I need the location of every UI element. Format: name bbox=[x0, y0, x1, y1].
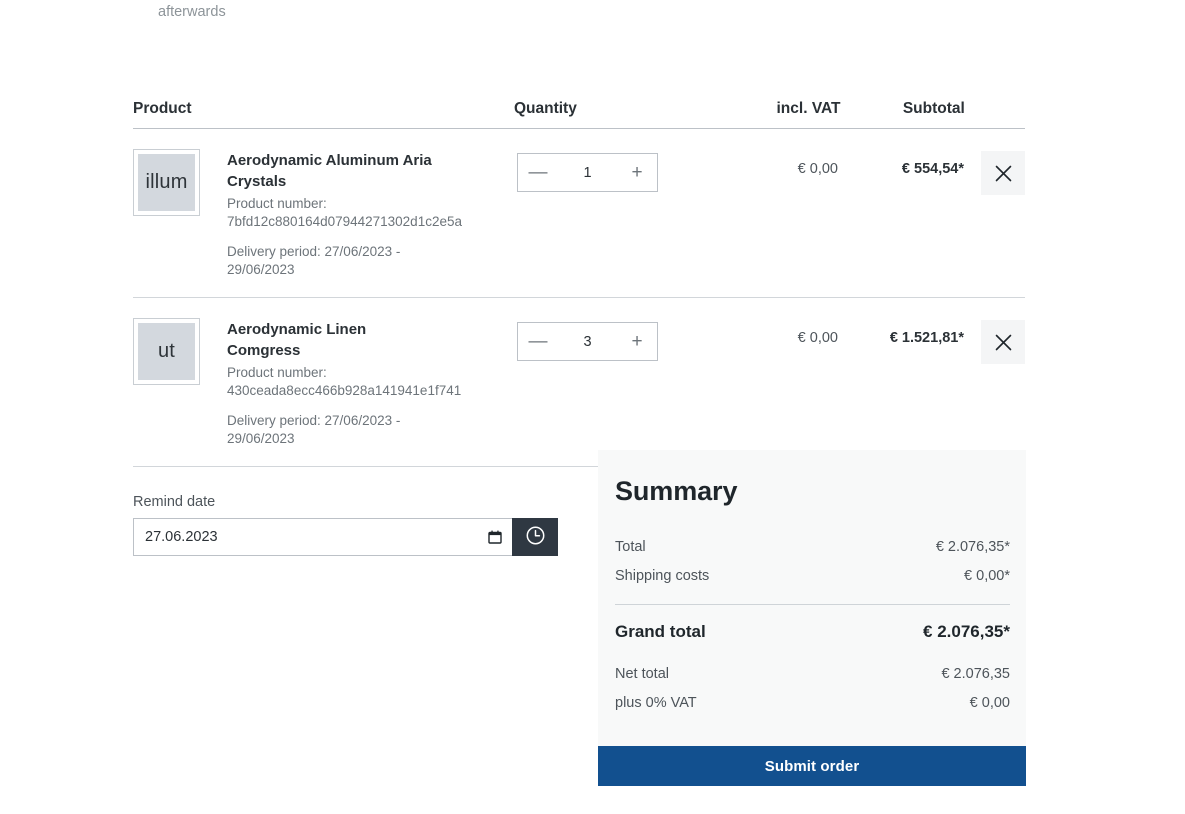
quantity-input[interactable] bbox=[558, 164, 617, 181]
summary-value: € 2.076,35* bbox=[935, 539, 1010, 555]
remind-date-input[interactable]: 27.06.2023 bbox=[133, 518, 512, 556]
table-row: illum Aerodynamic Aluminum Aria Crystals… bbox=[133, 129, 1025, 298]
quantity-stepper[interactable]: — + bbox=[517, 153, 658, 192]
summary-label: Net total bbox=[615, 666, 669, 682]
vat-amount: € 0,00 bbox=[797, 161, 838, 177]
remind-time-picker-button[interactable] bbox=[512, 518, 558, 556]
summary-panel: Summary Total € 2.076,35* Shipping costs… bbox=[598, 450, 1026, 748]
remove-item-button[interactable] bbox=[981, 151, 1025, 195]
product-thumbnail-placeholder: ut bbox=[138, 323, 195, 380]
leftover-paragraph-text: afterwards bbox=[158, 4, 226, 20]
summary-value: € 2.076,35 bbox=[941, 666, 1010, 682]
product-info: Aerodynamic Linen Comgress Product numbe… bbox=[227, 318, 461, 448]
remind-date-label: Remind date bbox=[133, 494, 216, 510]
column-header-quantity: Quantity bbox=[513, 100, 577, 117]
summary-value: € 0,00 bbox=[969, 695, 1010, 711]
quantity-increase-button[interactable]: + bbox=[617, 323, 657, 360]
subtotal-amount: € 554,54* bbox=[901, 161, 964, 177]
subtotal-amount: € 1.521,81* bbox=[889, 330, 964, 346]
product-number-value: 7bfd12c880164d07944271302d1c2e5a bbox=[227, 214, 462, 229]
checkout-page: afterwards Product Quantity incl. VAT Su… bbox=[0, 0, 1185, 814]
product-number: Product number: 430ceada8ecc466b928a1419… bbox=[227, 364, 461, 400]
column-header-vat: incl. VAT bbox=[776, 100, 841, 117]
summary-title: Summary bbox=[615, 476, 738, 506]
summary-divider bbox=[615, 604, 1010, 605]
submit-order-button[interactable]: Submit order bbox=[598, 746, 1026, 786]
summary-label: plus 0% VAT bbox=[615, 695, 697, 711]
table-row: ut Aerodynamic Linen Comgress Product nu… bbox=[133, 298, 1025, 467]
product-number: Product number: 7bfd12c880164d0794427130… bbox=[227, 195, 462, 231]
remind-date-row: 27.06.2023 bbox=[133, 518, 558, 556]
product-cell: illum Aerodynamic Aluminum Aria Crystals… bbox=[133, 149, 507, 279]
quantity-decrease-button[interactable]: — bbox=[518, 323, 558, 360]
product-cell: ut Aerodynamic Linen Comgress Product nu… bbox=[133, 318, 507, 448]
column-header-product: Product bbox=[133, 100, 192, 117]
vat-amount: € 0,00 bbox=[797, 330, 838, 346]
product-thumbnail[interactable]: ut bbox=[133, 318, 200, 385]
product-number-label: Product number: bbox=[227, 196, 327, 211]
column-header-subtotal: Subtotal bbox=[902, 100, 965, 117]
product-info: Aerodynamic Aluminum Aria Crystals Produ… bbox=[227, 149, 462, 279]
quantity-input[interactable] bbox=[558, 333, 617, 350]
calendar-icon[interactable] bbox=[487, 530, 502, 545]
product-name-link[interactable]: Aerodynamic Aluminum Aria Crystals bbox=[227, 150, 442, 192]
summary-value: € 2.076,35* bbox=[923, 622, 1010, 641]
product-thumbnail-placeholder: illum bbox=[138, 154, 195, 211]
product-name-link[interactable]: Aerodynamic Linen Comgress bbox=[227, 319, 442, 361]
summary-line-grand-total: Grand total € 2.076,35* bbox=[615, 618, 1010, 646]
cart-table: Product Quantity incl. VAT Subtotal illu… bbox=[133, 100, 1025, 467]
delivery-period: Delivery period: 27/06/2023 - 29/06/2023 bbox=[227, 413, 401, 446]
quantity-increase-button[interactable]: + bbox=[617, 154, 657, 191]
cart-table-header: Product Quantity incl. VAT Subtotal bbox=[133, 100, 1025, 129]
clock-icon bbox=[525, 525, 546, 549]
remind-date-value: 27.06.2023 bbox=[145, 528, 218, 545]
summary-line-total: Total € 2.076,35* bbox=[615, 533, 1010, 562]
remind-date-field: Remind date 27.06.2023 bbox=[133, 493, 558, 556]
summary-line-vat: plus 0% VAT € 0,00 bbox=[615, 689, 1010, 718]
summary-label: Total bbox=[615, 539, 646, 555]
product-number-label: Product number: bbox=[227, 365, 327, 380]
quantity-decrease-button[interactable]: — bbox=[518, 154, 558, 191]
close-icon bbox=[995, 165, 1012, 182]
summary-label: Shipping costs bbox=[615, 568, 710, 584]
remove-cell bbox=[964, 149, 1025, 195]
remove-item-button[interactable] bbox=[981, 320, 1025, 364]
close-icon bbox=[995, 334, 1012, 351]
product-number-value: 430ceada8ecc466b928a141941e1f741 bbox=[227, 383, 462, 398]
summary-value: € 0,00* bbox=[964, 568, 1010, 584]
quantity-stepper[interactable]: — + bbox=[517, 322, 658, 361]
summary-line-shipping: Shipping costs € 0,00* bbox=[615, 562, 1010, 591]
quantity-cell: — + bbox=[507, 149, 706, 192]
summary-line-net-total: Net total € 2.076,35 bbox=[615, 660, 1010, 689]
summary-label: Grand total bbox=[615, 622, 706, 641]
quantity-cell: — + bbox=[507, 318, 706, 361]
delivery-period: Delivery period: 27/06/2023 - 29/06/2023 bbox=[227, 244, 401, 277]
product-thumbnail[interactable]: illum bbox=[133, 149, 200, 216]
remove-cell bbox=[964, 318, 1025, 364]
